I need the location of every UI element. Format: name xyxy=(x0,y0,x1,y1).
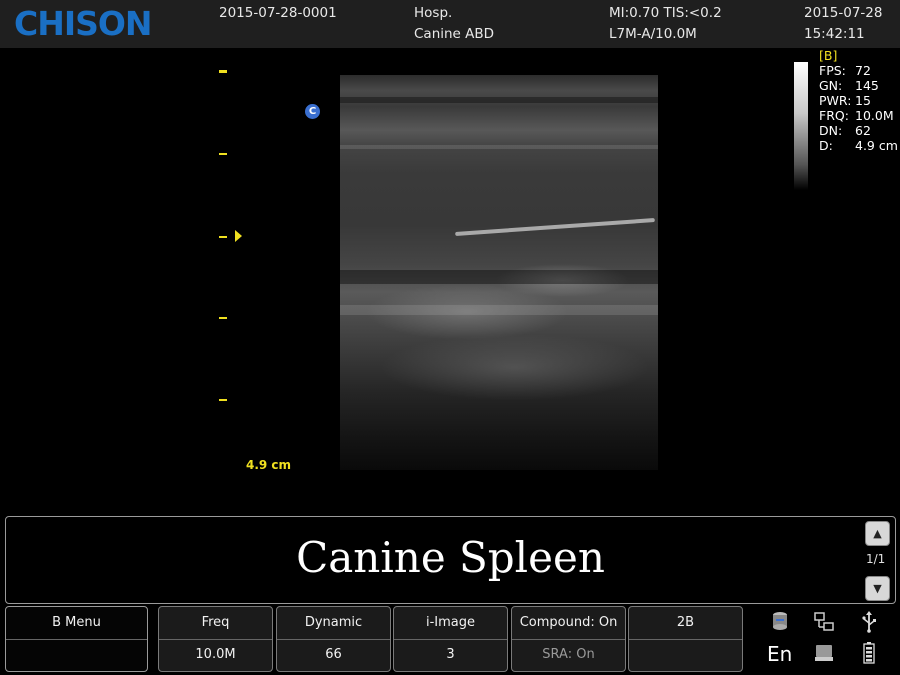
i-image-softkey[interactable]: i-Image 3 xyxy=(393,606,508,672)
vessel-echo xyxy=(455,218,655,236)
grayscale-bar xyxy=(794,62,808,190)
orientation-marker: C xyxy=(305,104,320,119)
brand-logo: CHISON xyxy=(14,4,153,43)
imaging-parameters: [B] FPS: 72 GN: 145 PWR: 15 FRQ: 10.0M DN: 62… xyxy=(819,48,898,153)
param-key: GN: xyxy=(819,78,843,93)
softkey-value: 10.0M xyxy=(195,647,236,662)
exam-time: 15:42:11 xyxy=(804,26,865,42)
depth-label: 4.9 cm xyxy=(246,458,292,472)
battery-icon xyxy=(857,642,881,669)
param-key: FPS: xyxy=(819,63,846,78)
mode-label: [B] xyxy=(819,48,838,63)
dynamic-softkey[interactable]: Dynamic 66 xyxy=(276,606,391,672)
scroll-down-button[interactable]: ▼ xyxy=(865,576,890,601)
probe-info: L7M-A/10.0M xyxy=(609,26,697,42)
softkey-value: 66 xyxy=(325,647,342,662)
param-key: DN: xyxy=(819,123,843,138)
focus-marker-icon[interactable] xyxy=(235,230,242,242)
compound-softkey[interactable]: Compound: On SRA: On xyxy=(511,606,626,672)
b-menu-button[interactable]: B Menu xyxy=(5,606,148,672)
usb-icon xyxy=(857,611,881,638)
param-value: 10.0M xyxy=(855,108,894,123)
depth-tick xyxy=(219,70,227,73)
depth-tick xyxy=(219,236,227,238)
depth-tick xyxy=(219,317,227,319)
param-value: 15 xyxy=(855,93,871,108)
language-indicator[interactable]: En xyxy=(767,642,792,666)
param-value: 4.9 cm xyxy=(855,138,898,153)
disk-icon xyxy=(768,611,792,636)
exam-type: Canine ABD xyxy=(414,26,495,42)
softkey-label: Dynamic xyxy=(304,615,363,630)
comment-box[interactable]: Canine Spleen xyxy=(5,516,896,604)
header-bar: CHISON 2015-07-28-0001 Hosp. Canine ABD … xyxy=(0,0,900,48)
exam-date: 2015-07-28 xyxy=(804,5,883,21)
scroll-up-button[interactable]: ▲ xyxy=(865,521,890,546)
depth-tick xyxy=(219,153,227,155)
mi-tis-readout: MI:0.70 TIS:<0.2 xyxy=(609,5,722,21)
param-value: 72 xyxy=(855,63,871,78)
param-value: 145 xyxy=(855,78,879,93)
softkey-label: Compound: On xyxy=(519,615,618,630)
network-icon xyxy=(812,611,836,638)
patient-id: 2015-07-28-0001 xyxy=(219,5,337,21)
softkey-label: i-Image xyxy=(425,615,476,630)
depth-tick xyxy=(219,399,227,401)
comment-text: Canine Spleen xyxy=(296,533,605,582)
param-key: PWR: xyxy=(819,93,852,108)
param-key: D: xyxy=(819,138,833,153)
dual-b-softkey[interactable]: 2B xyxy=(628,606,743,672)
b-menu-label: B Menu xyxy=(52,615,101,630)
softkey-value: 3 xyxy=(446,647,455,662)
ultrasound-image xyxy=(340,75,658,470)
page-indicator: 1/1 xyxy=(866,552,886,566)
freq-softkey[interactable]: Freq 10.0M xyxy=(158,606,273,672)
hdd-icon xyxy=(812,643,836,668)
param-value: 62 xyxy=(855,123,871,138)
hospital-name: Hosp. xyxy=(414,5,453,21)
softkey-value: SRA: On xyxy=(542,647,595,662)
softkey-label: 2B xyxy=(676,615,695,630)
param-key: FRQ: xyxy=(819,108,849,123)
softkey-label: Freq xyxy=(201,615,230,630)
